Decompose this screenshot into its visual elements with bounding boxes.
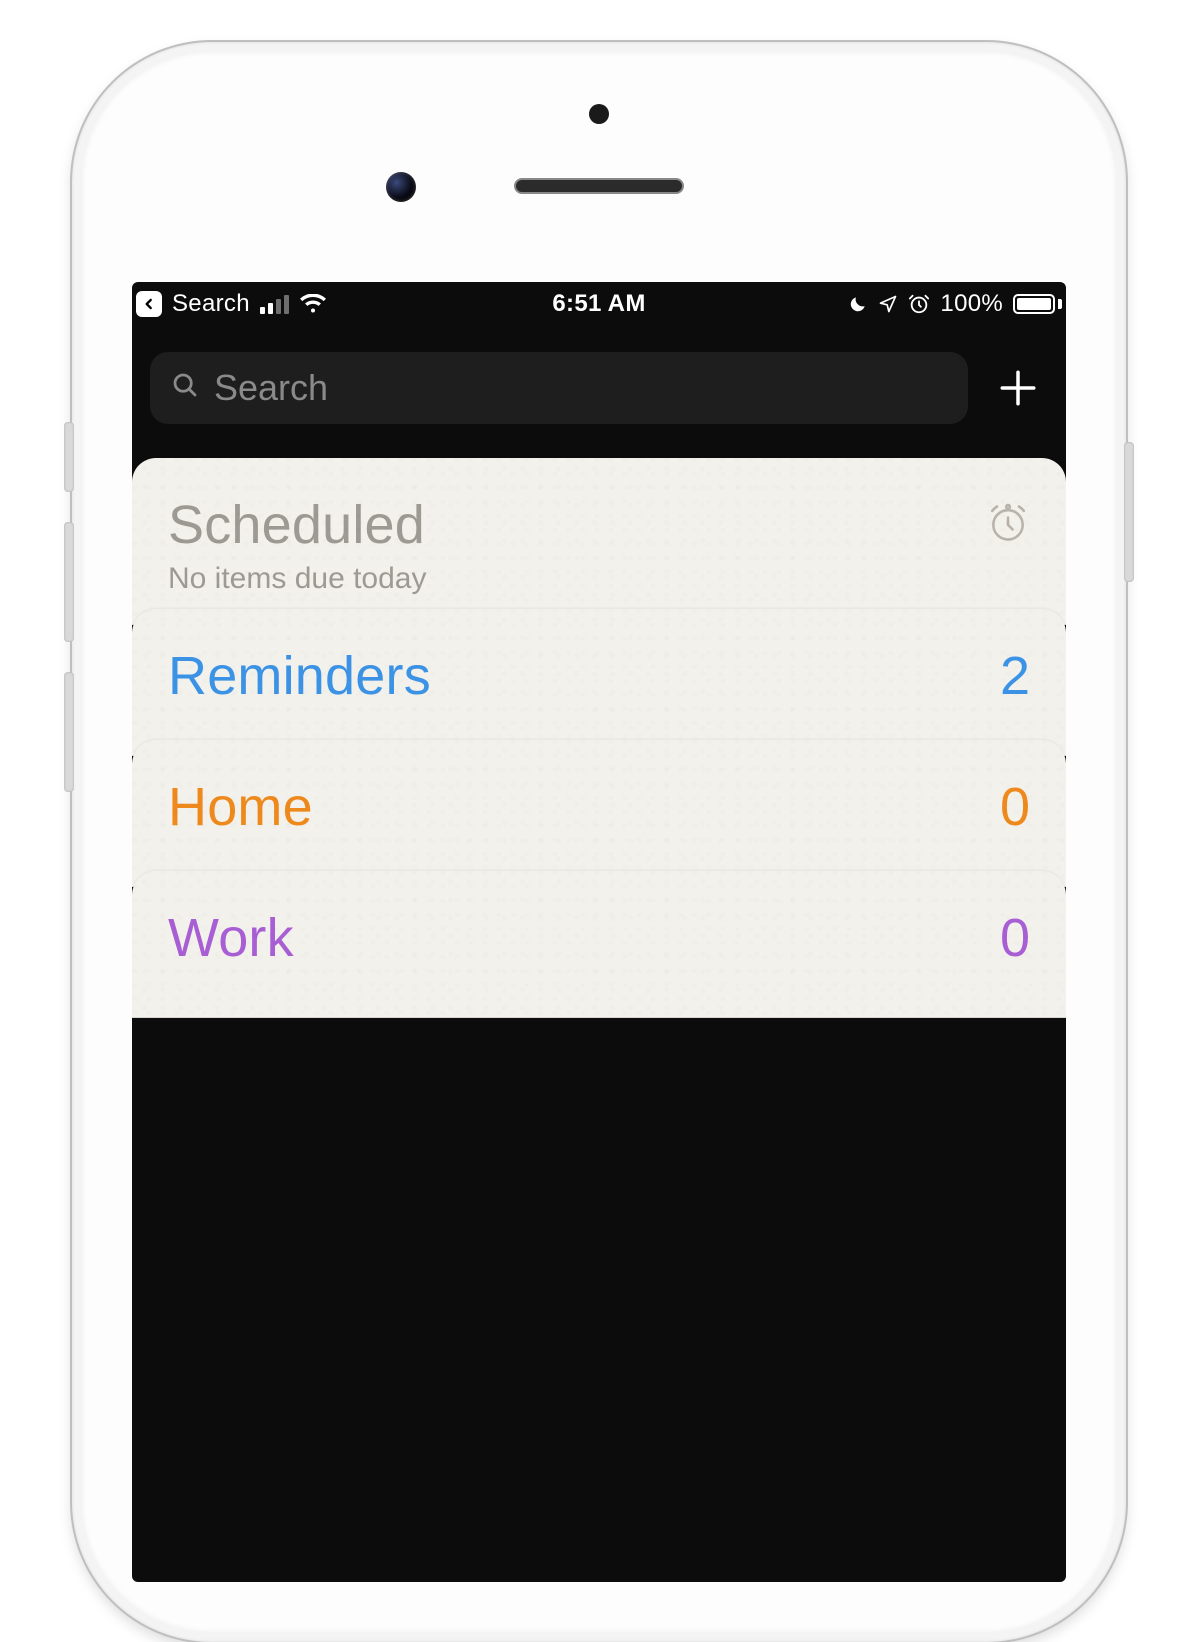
cellular-signal-icon bbox=[260, 294, 289, 314]
alarm-icon bbox=[908, 293, 930, 315]
list-card-reminders[interactable]: Reminders 2 bbox=[132, 609, 1066, 756]
search-icon bbox=[170, 367, 200, 409]
battery-percent: 100% bbox=[940, 290, 1003, 318]
proximity-sensor bbox=[589, 104, 609, 124]
front-camera bbox=[386, 172, 416, 202]
clock-icon bbox=[986, 501, 1030, 550]
battery-icon bbox=[1013, 294, 1062, 314]
do-not-disturb-icon bbox=[848, 294, 868, 314]
list-count: 0 bbox=[1000, 776, 1030, 838]
app-header: Search bbox=[132, 326, 1066, 458]
scheduled-card[interactable]: Scheduled No items due today bbox=[132, 458, 1066, 625]
list-card-home[interactable]: Home 0 bbox=[132, 740, 1066, 887]
wifi-icon bbox=[299, 294, 327, 314]
mute-switch bbox=[64, 422, 74, 492]
list-card-work[interactable]: Work 0 bbox=[132, 871, 1066, 1018]
list-count: 2 bbox=[1000, 645, 1030, 707]
reminder-lists: Scheduled No items due today Reminders 2 bbox=[132, 458, 1066, 1018]
status-bar: Search 6:51 AM bbox=[132, 282, 1066, 326]
plus-icon bbox=[997, 367, 1039, 409]
list-count: 0 bbox=[1000, 907, 1030, 969]
power-button bbox=[1124, 442, 1134, 582]
scheduled-subtitle: No items due today bbox=[168, 562, 1030, 596]
phone-bezel: Search 6:51 AM bbox=[82, 52, 1116, 1632]
search-placeholder: Search bbox=[214, 367, 328, 409]
breadcrumb-back-button[interactable] bbox=[136, 291, 162, 317]
location-icon bbox=[878, 294, 898, 314]
list-name: Home bbox=[168, 776, 313, 838]
status-bar-time: 6:51 AM bbox=[445, 290, 754, 318]
search-input[interactable]: Search bbox=[150, 352, 968, 424]
scheduled-title: Scheduled bbox=[168, 494, 425, 556]
volume-down-button bbox=[64, 672, 74, 792]
earpiece-speaker bbox=[514, 178, 684, 194]
phone-frame: Search 6:51 AM bbox=[72, 42, 1126, 1642]
screen: Search 6:51 AM bbox=[132, 282, 1066, 1582]
add-list-button[interactable] bbox=[988, 367, 1048, 409]
list-name: Reminders bbox=[168, 645, 431, 707]
breadcrumb-label[interactable]: Search bbox=[172, 290, 250, 318]
list-name: Work bbox=[168, 907, 294, 969]
volume-up-button bbox=[64, 522, 74, 642]
